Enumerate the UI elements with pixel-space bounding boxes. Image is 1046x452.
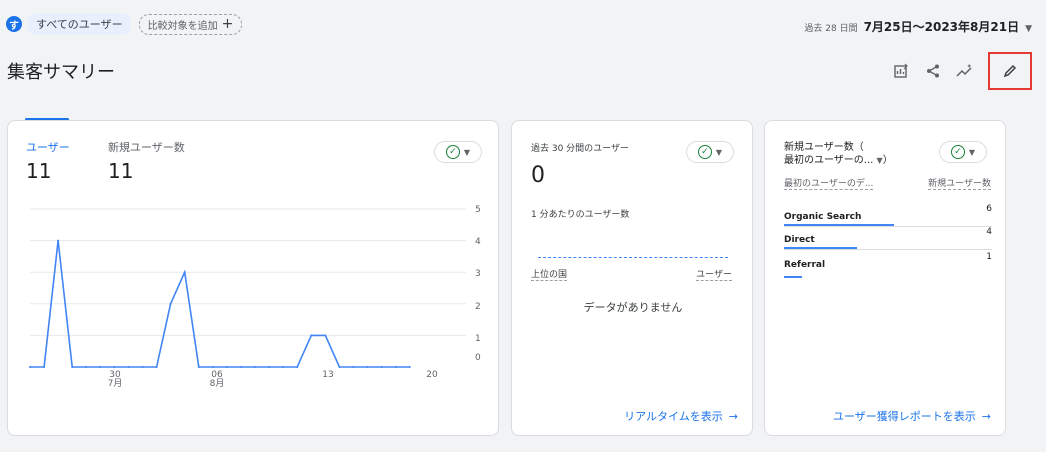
segment-avatar: す	[6, 16, 22, 32]
view-realtime-label: リアルタイムを表示	[624, 410, 723, 423]
add-comparison-label: 比較対象を追加	[147, 20, 218, 32]
y-tick: 4	[475, 237, 481, 247]
users-data-point	[141, 366, 144, 368]
realtime-title: 過去 30 分間のユーザー	[531, 144, 629, 154]
users-data-point	[71, 366, 74, 368]
acq-row: Direct 4	[784, 227, 992, 250]
users-data-point	[43, 366, 46, 368]
y-tick: 3	[475, 269, 481, 279]
users-data-point	[268, 366, 271, 368]
no-data-message: データがありません	[583, 301, 683, 314]
acq-title-line2: 最初のユーザーの...	[784, 155, 874, 166]
users-data-point	[155, 366, 158, 368]
realtime-card: 過去 30 分間のユーザー 0 ✓ ▼ 1 分あたりのユーザー数 上位の国 ユー…	[511, 120, 753, 436]
compare-toggle-button[interactable]: ✓ ▼	[939, 141, 987, 163]
col-top-country: 上位の国	[531, 267, 568, 281]
x-tick: 13	[318, 371, 338, 380]
plus-icon: +	[221, 16, 234, 32]
acquisition-card: 新規ユーザー数（ 最初のユーザーの... ▼） ✓ ▼ 最初のユーザーのデ...…	[764, 120, 1006, 436]
acq-row-bar	[784, 224, 894, 226]
users-data-point	[408, 366, 411, 368]
caret-down-icon: ▼	[968, 147, 976, 157]
segment-chip-all-users[interactable]: すべてのユーザー	[28, 13, 131, 35]
users-data-point	[113, 366, 116, 368]
x-tick-month: 8月	[209, 379, 225, 389]
caret-down-icon: ▼	[876, 156, 883, 165]
users-data-point	[211, 366, 214, 368]
users-data-point	[324, 334, 327, 337]
check-circle-icon: ✓	[950, 145, 965, 159]
acq-row: Organic Search 6	[784, 204, 992, 227]
add-comparison-button[interactable]: 比較対象を追加 +	[138, 13, 243, 35]
date-range-value: 7月25日～2023年8月21日	[863, 20, 1020, 34]
users-data-point	[85, 366, 88, 368]
compare-toggle-button[interactable]: ✓ ▼	[686, 141, 734, 163]
segment-bar: す すべてのユーザー 比較対象を追加 +	[6, 13, 243, 35]
x-tick-day: 13	[322, 370, 334, 380]
col-users: ユーザー	[696, 267, 732, 281]
users-data-point	[197, 366, 200, 368]
users-data-point	[394, 366, 397, 368]
caret-down-icon: ▼	[1025, 24, 1032, 34]
x-tick: 30 7月	[105, 371, 125, 389]
caret-down-icon: ▼	[715, 147, 723, 157]
customize-report-icon[interactable]	[890, 60, 912, 82]
view-acquisition-label: ユーザー獲得レポートを表示	[833, 410, 976, 423]
users-data-point	[29, 366, 31, 368]
users-data-point	[99, 366, 102, 368]
per-minute-label: 1 分あたりのユーザー数	[531, 210, 630, 220]
y-tick: 1	[475, 334, 481, 344]
users-line-chart	[29, 208, 466, 368]
y-tick: 0	[475, 353, 481, 363]
acq-row-label: Organic Search	[784, 212, 862, 222]
view-realtime-link[interactable]: リアルタイムを表示 →	[624, 408, 738, 424]
acq-row-value: 4	[986, 227, 992, 237]
per-minute-sparkline	[538, 257, 728, 258]
users-data-point	[352, 366, 355, 368]
acq-row-value: 6	[986, 204, 992, 214]
acq-title-dropdown[interactable]: 新規ユーザー数（ 最初のユーザーの... ▼）	[784, 141, 893, 167]
x-tick-day: 20	[426, 370, 438, 380]
acq-row-label: Referral	[784, 260, 826, 270]
check-circle-icon: ✓	[697, 145, 712, 159]
x-tick: 20	[422, 371, 442, 380]
acq-title-line1: 新規ユーザー数（	[784, 142, 864, 153]
users-data-point	[282, 366, 285, 368]
date-range-prefix: 過去 28 日間	[804, 24, 858, 34]
users-data-point	[296, 366, 299, 368]
view-acquisition-link[interactable]: ユーザー獲得レポートを表示 →	[833, 408, 991, 424]
y-tick: 2	[475, 302, 481, 312]
date-range-picker[interactable]: 過去 28 日間 7月25日～2023年8月21日 ▼	[804, 18, 1032, 35]
page-title: 集客サマリー	[7, 62, 115, 83]
users-data-point	[225, 366, 228, 368]
acq-row-bar	[784, 247, 857, 249]
share-icon[interactable]	[922, 60, 944, 82]
col-new-users: 新規ユーザー数	[928, 176, 991, 190]
arrow-right-icon: →	[981, 409, 991, 423]
acq-row-bar	[784, 276, 802, 278]
users-data-point	[239, 366, 242, 368]
x-tick-month: 7月	[107, 379, 123, 389]
acq-row: Referral 1	[784, 252, 992, 278]
users-data-point	[254, 366, 257, 368]
x-tick: 06 8月	[207, 371, 227, 389]
users-card: ユーザー 11 新規ユーザー数 11 ✓ ▼ 5 4 3 2 1 0 30 7月…	[7, 120, 499, 436]
edit-icon[interactable]	[988, 52, 1032, 90]
y-tick: 5	[475, 205, 481, 215]
users-data-point	[169, 302, 172, 305]
acq-row-label: Direct	[784, 235, 815, 245]
users-data-point	[310, 334, 313, 337]
realtime-value: 0	[531, 163, 545, 188]
acq-row-value: 1	[986, 252, 992, 262]
users-data-point	[366, 366, 369, 368]
users-data-point	[57, 239, 60, 242]
users-data-point	[183, 271, 186, 274]
col-first-user-source: 最初のユーザーのデ...	[784, 176, 874, 190]
users-data-point	[127, 366, 130, 368]
report-toolbar	[890, 52, 1032, 90]
users-data-point	[338, 366, 341, 368]
arrow-right-icon: →	[728, 409, 738, 423]
insights-icon[interactable]	[954, 60, 976, 82]
users-data-point	[380, 366, 383, 368]
